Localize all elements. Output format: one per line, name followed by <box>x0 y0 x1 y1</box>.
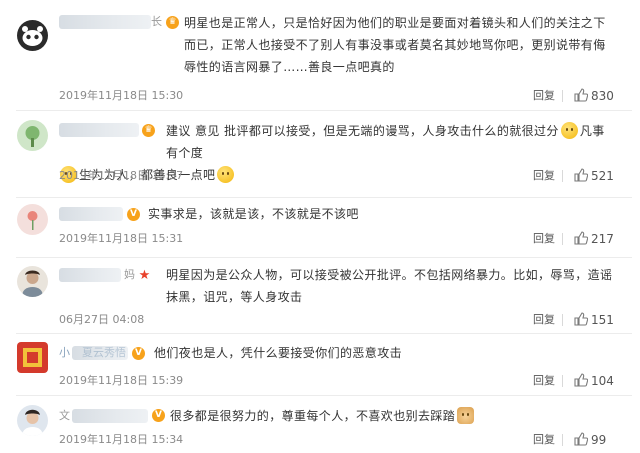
comment-text: 实事求是，该就是该，不该就是不该吧 <box>148 207 359 221</box>
username-mid[interactable]: 夏云秀悟 <box>82 346 126 360</box>
thumbs-up-icon <box>574 312 589 326</box>
reply-button[interactable]: 回复 <box>533 232 555 246</box>
v-badge-icon: V <box>152 409 165 422</box>
divider <box>562 434 563 446</box>
red-pattern-avatar-icon <box>17 342 48 373</box>
comment-time: 2019年11月18日 15:31 <box>59 232 184 245</box>
divider <box>562 375 563 387</box>
comment-list: 长 ♛ 明星也是正常人，只是恰好因为他们的职业是要面对着镜头和人们的关注之下而已… <box>0 0 640 453</box>
avatar[interactable] <box>17 342 48 373</box>
avatar[interactable] <box>17 120 48 151</box>
thumbs-up-icon <box>574 168 589 182</box>
comment-item: 妈 ★ 明星因为是公众人物，可以接受被公开批评。不包括网络暴力。比如，辱骂，造谣… <box>0 258 640 334</box>
thumbs-up-icon <box>574 88 589 102</box>
username-blurred[interactable] <box>59 268 121 282</box>
reply-button[interactable]: 回复 <box>533 313 555 327</box>
plant-avatar-icon <box>17 120 48 151</box>
divider <box>562 314 563 326</box>
panda-avatar-icon <box>17 20 48 51</box>
comment-text: 明星因为是公众人物，可以接受被公开批评。不包括网络暴力。比如，辱骂，造谣抹黑，诅… <box>166 268 613 304</box>
star-badge-icon: ★ <box>138 268 151 283</box>
v-badge-icon: V <box>127 208 140 221</box>
username-blurred[interactable] <box>72 409 148 423</box>
comment-item: V 实事求是，该就是该，不该就是不该吧 2019年11月18日 15:31 回复… <box>0 198 640 258</box>
cat-emoji-icon <box>457 407 475 424</box>
v-badge-icon: V <box>132 347 145 360</box>
person-avatar-icon <box>17 405 48 436</box>
comment-item: ♛ 建议 意见 批评都可以接受，但是无端的谩骂，人身攻击什么的就很过分 凡事有个度… <box>0 111 640 198</box>
username-blurred[interactable] <box>59 123 139 137</box>
avatar[interactable] <box>17 204 48 235</box>
avatar[interactable] <box>17 405 48 436</box>
comment-time: 06月27日 04:08 <box>59 313 145 326</box>
reply-button[interactable]: 回复 <box>533 169 555 183</box>
username-blurred[interactable] <box>59 207 123 221</box>
divider <box>562 233 563 245</box>
comment-item: 文 V 很多都是很努力的，尊重每个人，不喜欢也别去踩踏 2019年11月18日 … <box>0 396 640 453</box>
avatar[interactable] <box>17 266 48 297</box>
crown-badge-icon: ♛ <box>166 16 179 29</box>
username-tail[interactable]: 长 <box>151 15 162 29</box>
comment-time: 2019年11月18日 15:37 <box>59 169 184 182</box>
comment-item: 长 ♛ 明星也是正常人，只是恰好因为他们的职业是要面对着镜头和人们的关注之下而已… <box>0 0 640 111</box>
username-blurred[interactable] <box>59 15 151 29</box>
thumbs-up-icon <box>574 231 589 245</box>
like-button[interactable]: 99 <box>574 432 606 448</box>
like-button[interactable]: 104 <box>574 373 614 389</box>
like-count: 104 <box>591 374 614 388</box>
comment-item: 小 夏云秀悟 V 他们夜也是人，凭什么要接受你们的恶意攻击 2019年11月18… <box>0 334 640 396</box>
flower-avatar-icon <box>17 204 48 235</box>
like-button[interactable]: 151 <box>574 312 614 328</box>
comment-text-part: 建议 意见 批评都可以接受，但是无端的谩骂，人身攻击什么的就很过分 <box>166 124 559 138</box>
like-count: 217 <box>591 232 614 246</box>
username-tail[interactable]: 妈 <box>124 268 135 282</box>
like-count: 521 <box>591 169 614 183</box>
username-tail[interactable]: 文 <box>59 409 70 423</box>
crying-emoji-icon <box>217 166 235 183</box>
reply-button[interactable]: 回复 <box>533 433 555 447</box>
thumbs-up-icon <box>574 373 589 387</box>
comment-text: 明星也是正常人，只是恰好因为他们的职业是要面对着镜头和人们的关注之下而已，正常人… <box>184 16 606 74</box>
like-count: 151 <box>591 313 614 327</box>
avatar[interactable] <box>17 20 48 51</box>
comment-text-part: 很多都是很努力的，尊重每个人，不喜欢也别去踩踏 <box>170 409 456 423</box>
like-button[interactable]: 830 <box>574 88 614 104</box>
crown-badge-icon: ♛ <box>142 124 155 137</box>
reply-button[interactable]: 回复 <box>533 89 555 103</box>
reply-button[interactable]: 回复 <box>533 374 555 388</box>
thumbs-up-icon <box>574 432 589 446</box>
person-avatar-icon <box>17 266 48 297</box>
divider <box>562 90 563 102</box>
divider <box>562 170 563 182</box>
comment-time: 2019年11月18日 15:30 <box>59 89 184 102</box>
comment-time: 2019年11月18日 15:34 <box>59 433 184 446</box>
username-tail[interactable]: 小 <box>59 346 70 360</box>
like-button[interactable]: 521 <box>574 168 614 184</box>
comment-text: 他们夜也是人，凭什么要接受你们的恶意攻击 <box>154 346 403 360</box>
comment-time: 2019年11月18日 15:39 <box>59 374 184 387</box>
comment-text: 很多都是很努力的，尊重每个人，不喜欢也别去踩踏 <box>170 405 616 427</box>
like-count: 99 <box>591 433 607 447</box>
thinking-emoji-icon <box>560 122 578 139</box>
like-count: 830 <box>591 89 614 103</box>
like-button[interactable]: 217 <box>574 231 614 247</box>
